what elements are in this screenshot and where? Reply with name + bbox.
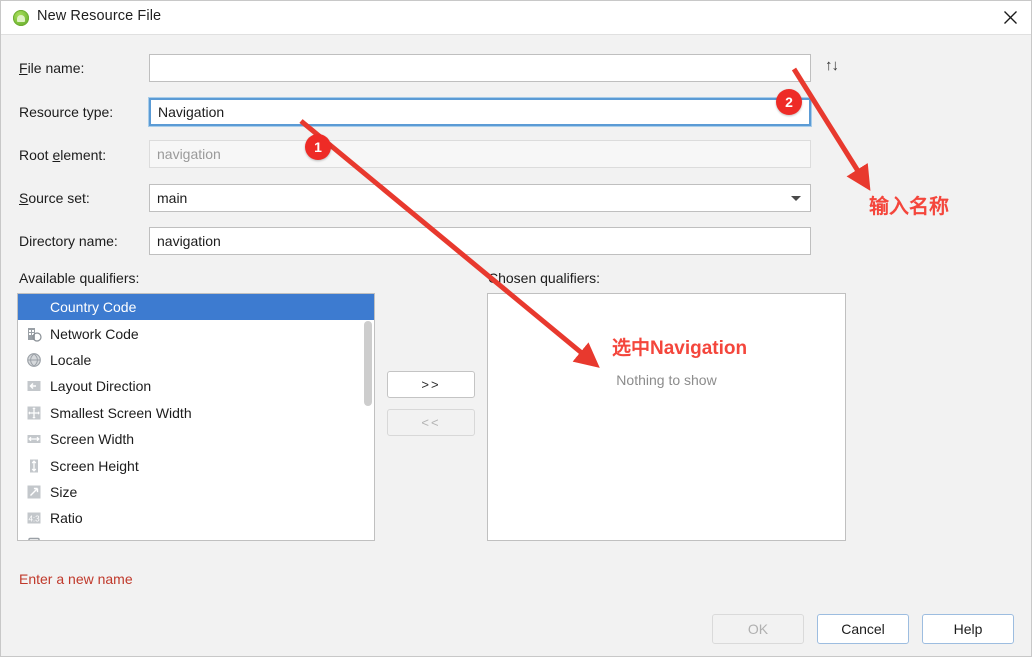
qualifier-list-item[interactable]: 4:3 Ratio (18, 505, 374, 531)
file-name-label: File name: (19, 60, 85, 76)
annotation-select-navigation: 选中Navigation (612, 338, 748, 359)
qualifier-list-item[interactable]: Locale (18, 347, 374, 373)
root-element-input: navigation (149, 140, 811, 168)
qualifier-label: Screen Height (50, 457, 139, 474)
svg-text:4:3: 4:3 (28, 515, 40, 524)
qualifier-list-item[interactable]: Screen Width (18, 426, 374, 452)
ratio-icon: 4:3 (26, 510, 42, 526)
window-title: New Resource File (37, 8, 162, 24)
root-element-label: Root element: (19, 147, 107, 163)
orientation-icon (26, 537, 42, 540)
qualifier-label: Orientation (50, 537, 118, 540)
country-code-icon (26, 299, 42, 315)
add-qualifier-button[interactable]: >> (387, 371, 475, 398)
cancel-button[interactable]: Cancel (817, 614, 909, 644)
qualifier-list-item[interactable]: Smallest Screen Width (18, 400, 374, 426)
annotation-input-name: 输入名称 (869, 196, 949, 218)
qualifier-label: Smallest Screen Width (50, 404, 192, 421)
locale-globe-icon (26, 352, 42, 368)
scrollbar-thumb[interactable] (364, 321, 372, 406)
qualifier-list-item[interactable]: Screen Height (18, 452, 374, 478)
annotation-badge-1: 1 (305, 134, 331, 160)
available-qualifiers-list[interactable]: Country Code Network Code Locale Layout Dir… (17, 293, 375, 541)
title-bar: New Resource File (1, 1, 1031, 35)
ok-button[interactable]: OK (712, 614, 804, 644)
annotation-badge-2: 2 (776, 89, 802, 115)
sort-order-icon[interactable]: ↑↓ (825, 57, 849, 77)
network-code-icon (26, 326, 42, 342)
close-icon[interactable] (987, 1, 1031, 34)
qualifier-label: Screen Width (50, 431, 135, 448)
qualifier-list-item[interactable]: Orientation (18, 532, 374, 540)
file-name-input[interactable] (149, 54, 811, 82)
source-set-combo[interactable]: main (149, 184, 811, 212)
source-set-value: main (157, 190, 188, 206)
source-set-label: Source set: (19, 190, 90, 206)
screen-height-icon (26, 458, 42, 474)
directory-name-input[interactable]: navigation (149, 227, 811, 255)
smallest-screen-width-icon (26, 405, 42, 421)
remove-qualifier-button[interactable]: << (387, 409, 475, 436)
error-message: Enter a new name (19, 571, 133, 587)
size-icon (26, 484, 42, 500)
list-scrollbar[interactable] (363, 321, 373, 540)
qualifier-label: Locale (50, 351, 92, 368)
available-qualifiers-label: Available qualifiers: (19, 270, 140, 286)
directory-name-label: Directory name: (19, 233, 118, 249)
qualifier-list-item[interactable]: Size (18, 479, 374, 505)
chosen-qualifiers-list[interactable]: Nothing to show (487, 293, 846, 541)
resource-type-combo[interactable]: Navigation (149, 98, 811, 126)
chosen-qualifiers-label: Chosen qualifiers: (488, 270, 601, 286)
qualifier-label: Network Code (50, 325, 139, 342)
help-button[interactable]: Help (922, 614, 1014, 644)
qualifier-list-item[interactable]: Country Code (18, 294, 374, 321)
qualifier-list-item[interactable]: Layout Direction (18, 373, 374, 399)
qualifier-label: Country Code (50, 299, 137, 316)
chevron-down-icon (791, 196, 801, 201)
new-resource-file-dialog: New Resource File File name: ↑↓ Resource… (0, 0, 1032, 657)
qualifier-list-item[interactable]: Network Code (18, 320, 374, 346)
resource-type-label: Resource type: (19, 104, 114, 120)
empty-message: Nothing to show (616, 372, 717, 388)
qualifier-label: Ratio (50, 510, 83, 527)
layout-direction-icon (26, 378, 42, 394)
android-green-icon (13, 10, 29, 26)
screen-width-icon (26, 431, 42, 447)
qualifier-label: Size (50, 483, 78, 500)
qualifier-label: Layout Direction (50, 378, 152, 395)
